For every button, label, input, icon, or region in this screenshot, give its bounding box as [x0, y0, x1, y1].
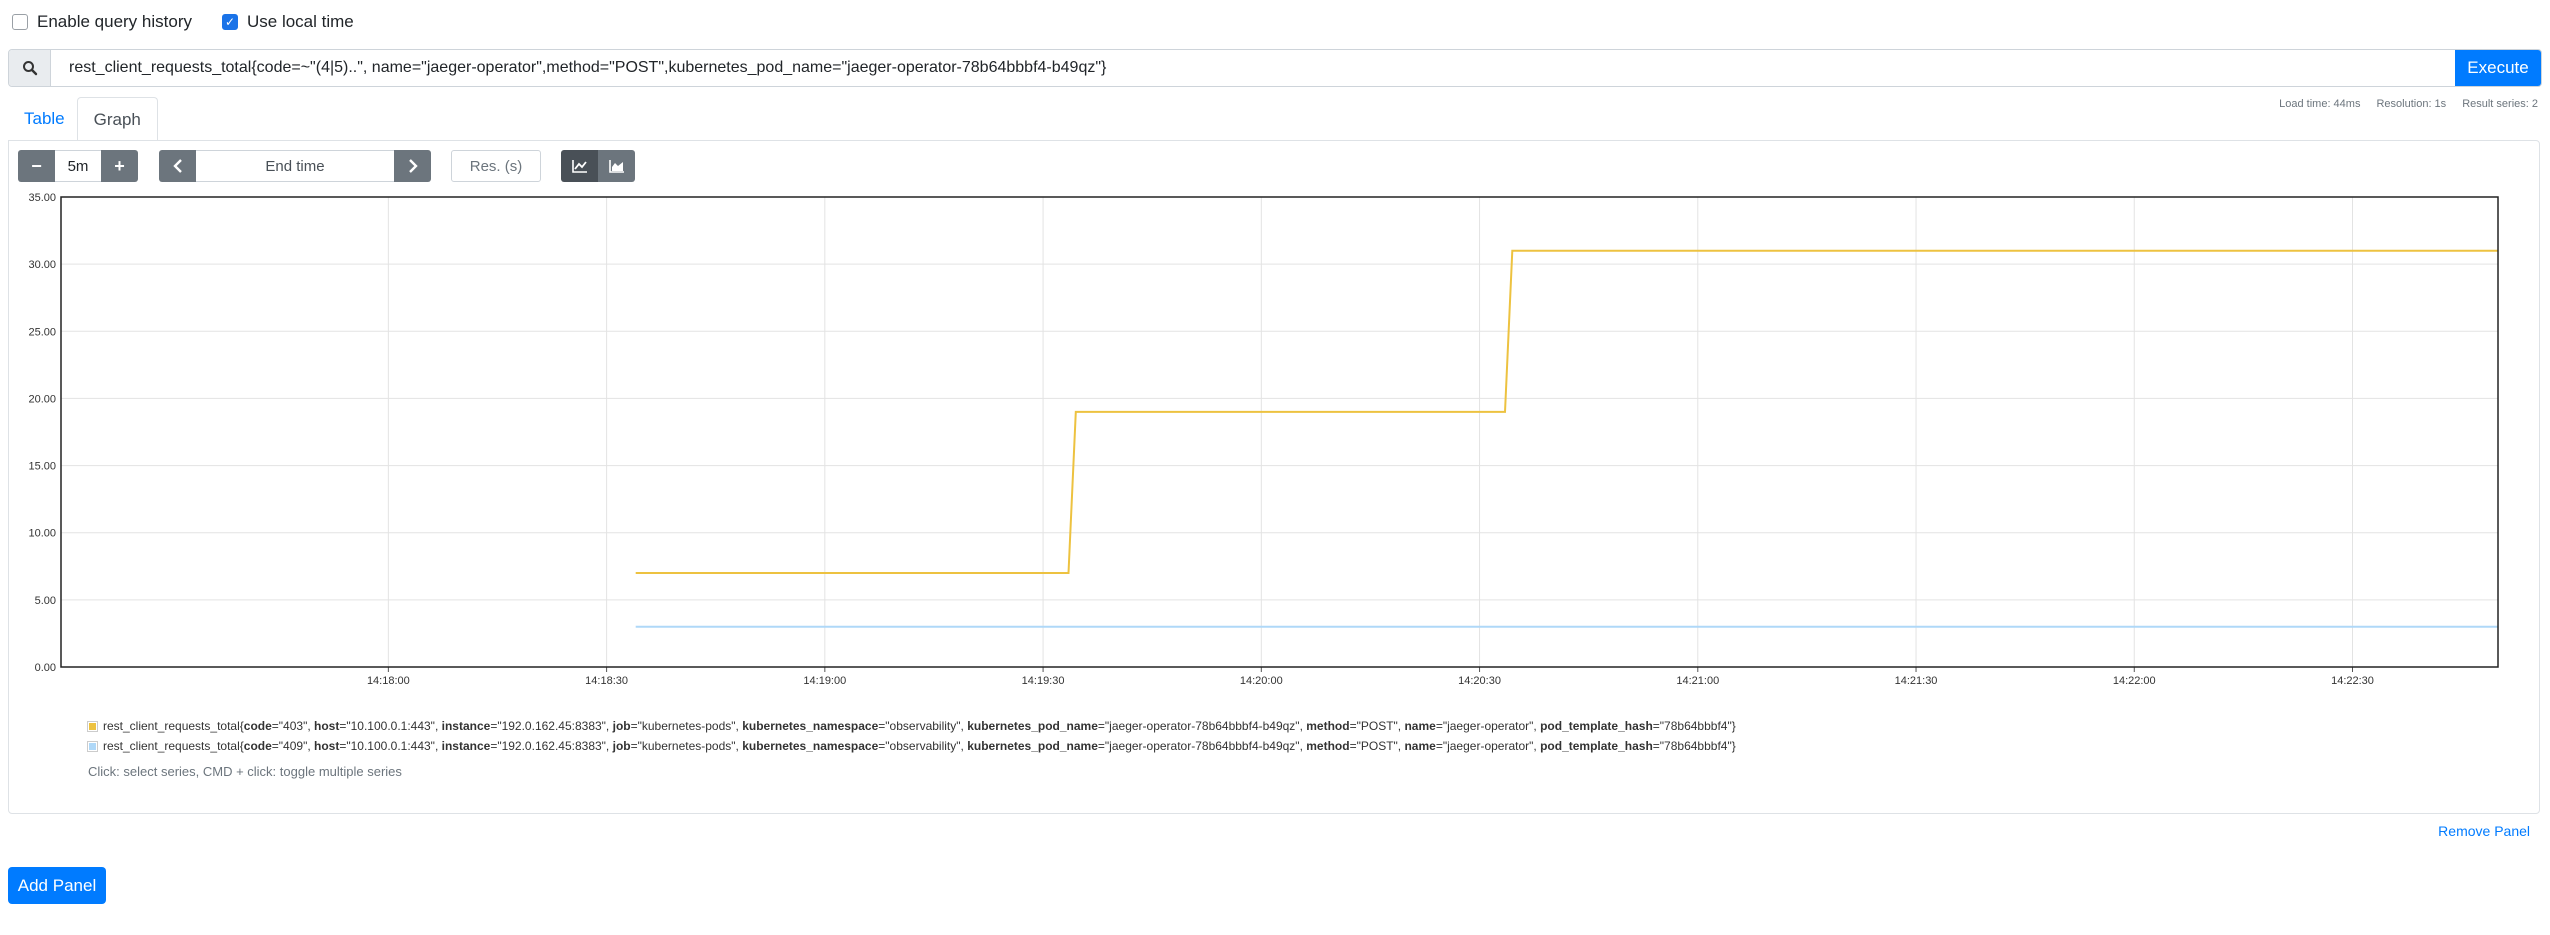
y-tick-label: 25.00 [28, 326, 56, 338]
add-panel-button[interactable]: Add Panel [8, 867, 106, 904]
plot-area [60, 196, 2499, 668]
x-tick-label: 14:18:00 [367, 675, 410, 687]
chart: 0.00 5.00 10.00 15.00 20.00 25.00 30.00 35.00 1… [28, 192, 2499, 687]
x-tick-label: 14:19:00 [803, 675, 846, 687]
legend-label: rest_client_requests_total{code="409", h… [103, 739, 1736, 753]
x-tick-label: 14:19:30 [1022, 675, 1065, 687]
y-tick-label: 15.00 [28, 461, 56, 473]
x-tick-label: 14:22:30 [2331, 675, 2374, 687]
y-tick-label: 10.00 [28, 528, 56, 540]
y-tick-label: 20.00 [28, 393, 56, 405]
y-tick-label: 5.00 [35, 595, 56, 607]
x-tick-label: 14:21:30 [1895, 675, 1938, 687]
legend: rest_client_requests_total{code="403", h… [87, 716, 1736, 782]
legend-swatch [87, 720, 98, 732]
legend-label: rest_client_requests_total{code="403", h… [103, 719, 1736, 733]
x-tick-label: 14:20:00 [1240, 675, 1283, 687]
x-tick-label: 14:21:00 [1676, 675, 1719, 687]
remove-panel-link[interactable]: Remove Panel [2438, 823, 2530, 839]
legend-item[interactable]: rest_client_requests_total{code="403", h… [87, 716, 1736, 736]
x-tick-label: 14:18:30 [585, 675, 628, 687]
y-tick-label: 0.00 [35, 662, 56, 674]
y-tick-label: 35.00 [28, 192, 56, 204]
x-tick-label: 14:22:00 [2113, 675, 2156, 687]
series-line-code-403[interactable] [635, 249, 2498, 574]
y-tick-label: 30.00 [28, 259, 56, 271]
legend-hint: Click: select series, CMD + click: toggl… [88, 764, 402, 779]
legend-item[interactable]: rest_client_requests_total{code="409", h… [87, 736, 1736, 756]
x-tick-label: 14:20:30 [1458, 675, 1501, 687]
legend-swatch [87, 740, 98, 752]
